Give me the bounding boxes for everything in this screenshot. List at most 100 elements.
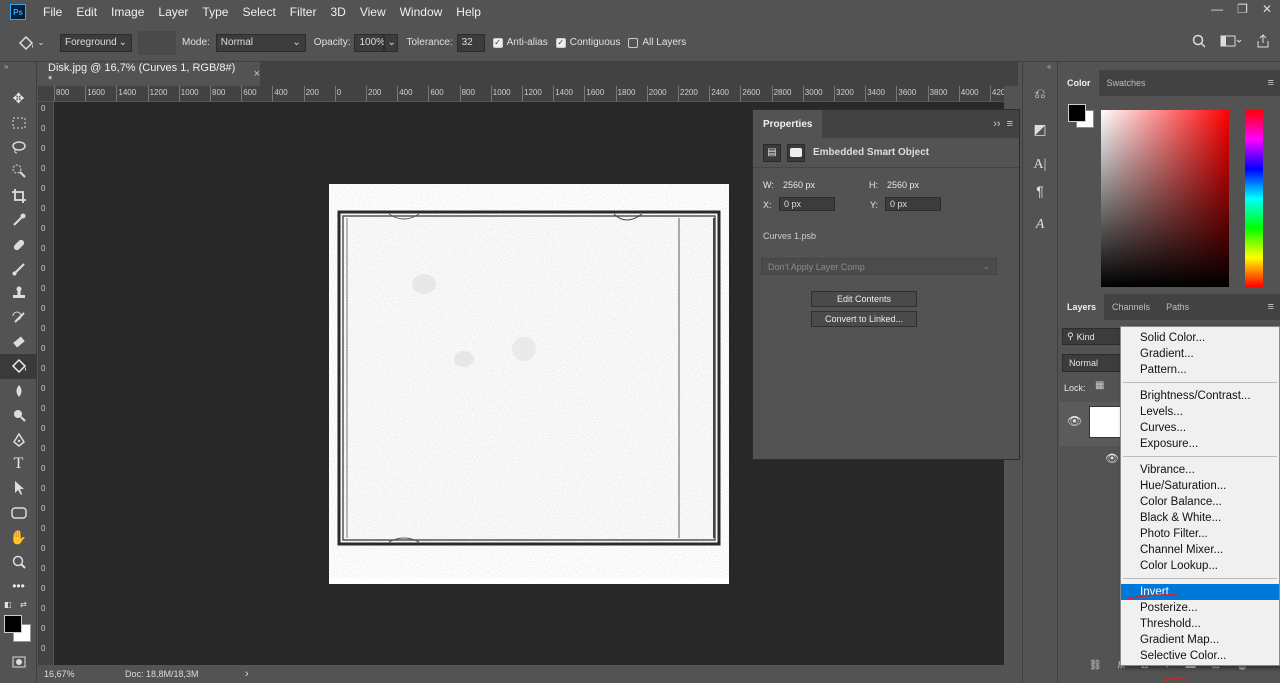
tab-paths[interactable]: Paths bbox=[1158, 294, 1197, 320]
history-panel-icon[interactable]: ⎌ bbox=[1023, 80, 1057, 106]
mode-select[interactable]: Normal ⌄ bbox=[215, 33, 306, 52]
close-window-button[interactable]: ✕ bbox=[1262, 2, 1272, 16]
menu-3d[interactable]: 3D bbox=[323, 0, 352, 24]
move-tool-icon[interactable]: ✥ bbox=[0, 86, 37, 110]
y-input[interactable]: 0 px bbox=[885, 197, 941, 211]
menu-item-pattern[interactable]: Pattern... bbox=[1121, 362, 1279, 378]
contiguous-checkbox[interactable]: ✓ Contiguous bbox=[555, 37, 620, 48]
close-icon[interactable]: × bbox=[254, 68, 260, 80]
menu-item-curves[interactable]: Curves... bbox=[1121, 420, 1279, 436]
path-selection-tool-icon[interactable] bbox=[0, 476, 37, 500]
expand-panels-icon[interactable]: « bbox=[1023, 62, 1057, 80]
history-brush-tool-icon[interactable] bbox=[0, 306, 37, 330]
foreground-color-swatch[interactable] bbox=[4, 615, 22, 634]
default-colors-icon[interactable]: ◧ bbox=[4, 600, 12, 609]
marquee-tool-icon[interactable] bbox=[0, 110, 37, 134]
lasso-tool-icon[interactable] bbox=[0, 135, 37, 159]
adjustments-panel-icon[interactable]: ◩ bbox=[1023, 116, 1057, 142]
menu-item-gradient-map[interactable]: Gradient Map... bbox=[1121, 632, 1279, 648]
menu-select[interactable]: Select bbox=[235, 0, 282, 24]
convert-to-linked-button[interactable]: Convert to Linked... bbox=[811, 311, 917, 327]
menu-item-black-white[interactable]: Black & White... bbox=[1121, 510, 1279, 526]
pattern-picker[interactable] bbox=[138, 30, 176, 55]
tab-color[interactable]: Color bbox=[1059, 70, 1099, 96]
quick-select-tool-icon[interactable] bbox=[0, 159, 37, 183]
color-swatches[interactable]: ◧ ⇄ bbox=[0, 598, 36, 650]
brush-tool-icon[interactable] bbox=[0, 257, 37, 281]
fill-source-select[interactable]: Foreground ⌄ bbox=[60, 33, 132, 52]
glyphs-panel-icon[interactable]: A bbox=[1023, 212, 1057, 238]
menu-item-invert[interactable]: Invert bbox=[1121, 584, 1279, 600]
zoom-tool-icon[interactable] bbox=[0, 549, 37, 573]
paragraph-panel-icon[interactable]: ¶ bbox=[1023, 178, 1057, 204]
menu-item-hue-saturation[interactable]: Hue/Saturation... bbox=[1121, 478, 1279, 494]
workspace-icon[interactable] bbox=[1220, 34, 1242, 48]
tab-layers[interactable]: Layers bbox=[1059, 294, 1105, 320]
more-tools-icon[interactable]: ••• bbox=[0, 574, 37, 598]
layer-comp-select[interactable]: Don't Apply Layer Comp ⌄ bbox=[761, 258, 997, 275]
eraser-tool-icon[interactable] bbox=[0, 330, 37, 354]
document-tab[interactable]: Disk.jpg @ 16,7% (Curves 1, RGB/8#) * × bbox=[38, 62, 260, 86]
eyedropper-tool-icon[interactable] bbox=[0, 208, 37, 232]
tolerance-input[interactable]: 32 bbox=[456, 33, 485, 52]
tool-preset-picker[interactable]: ⌄ bbox=[0, 34, 60, 52]
menu-item-posterize[interactable]: Posterize... bbox=[1121, 600, 1279, 616]
collapse-right-icon[interactable] bbox=[1059, 62, 1280, 68]
swap-colors-icon[interactable]: ⇄ bbox=[20, 600, 27, 609]
menu-layer[interactable]: Layer bbox=[151, 0, 195, 24]
x-input[interactable]: 0 px bbox=[779, 197, 835, 211]
lock-transparency-icon[interactable]: ▦ bbox=[1095, 380, 1104, 391]
collapse-icon[interactable]: ›› bbox=[993, 118, 1000, 130]
menu-item-channel-mixer[interactable]: Channel Mixer... bbox=[1121, 542, 1279, 558]
edit-contents-button[interactable]: Edit Contents bbox=[811, 291, 917, 307]
link-layers-icon[interactable]: ⛓ bbox=[1089, 660, 1102, 671]
pen-tool-icon[interactable] bbox=[0, 427, 37, 451]
all-layers-checkbox[interactable]: All Layers bbox=[628, 37, 686, 48]
quick-mask-icon[interactable] bbox=[0, 650, 37, 674]
dodge-tool-icon[interactable] bbox=[0, 403, 37, 427]
restore-button[interactable]: ❐ bbox=[1237, 2, 1248, 16]
status-arrow-icon[interactable]: › bbox=[245, 668, 249, 680]
crop-tool-icon[interactable] bbox=[0, 184, 37, 208]
menu-item-solid-color[interactable]: Solid Color... bbox=[1121, 330, 1279, 346]
panel-menu-icon[interactable]: ≡ bbox=[1007, 118, 1013, 130]
tab-properties[interactable]: Properties bbox=[753, 110, 823, 138]
opacity-dropdown[interactable]: ⌄ bbox=[384, 33, 399, 52]
menu-edit[interactable]: Edit bbox=[69, 0, 104, 24]
menu-item-color-balance[interactable]: Color Balance... bbox=[1121, 494, 1279, 510]
document-canvas[interactable] bbox=[329, 184, 729, 584]
menu-item-photo-filter[interactable]: Photo Filter... bbox=[1121, 526, 1279, 542]
menu-filter[interactable]: Filter bbox=[283, 0, 324, 24]
share-icon[interactable] bbox=[1256, 34, 1270, 48]
minimize-button[interactable]: — bbox=[1211, 2, 1223, 16]
healing-brush-tool-icon[interactable] bbox=[0, 232, 37, 256]
eye-icon[interactable]: 👁 bbox=[1067, 414, 1082, 428]
menu-window[interactable]: Window bbox=[393, 0, 450, 24]
color-field[interactable] bbox=[1101, 110, 1229, 287]
rectangle-tool-icon[interactable] bbox=[0, 501, 37, 525]
panel-menu-icon[interactable]: ≡ bbox=[1268, 301, 1274, 313]
panel-menu-icon[interactable]: ≡ bbox=[1268, 77, 1274, 89]
type-tool-icon[interactable]: T bbox=[0, 452, 37, 476]
tab-channels[interactable]: Channels bbox=[1104, 294, 1158, 320]
menu-item-color-lookup[interactable]: Color Lookup... bbox=[1121, 558, 1279, 574]
tab-swatches[interactable]: Swatches bbox=[1099, 70, 1154, 96]
menu-item-brightness-contrast[interactable]: Brightness/Contrast... bbox=[1121, 388, 1279, 404]
hue-slider[interactable] bbox=[1245, 110, 1263, 287]
anti-alias-checkbox[interactable]: ✓ Anti-alias bbox=[492, 37, 548, 48]
paint-bucket-tool-icon[interactable] bbox=[0, 354, 37, 379]
character-panel-icon[interactable]: A| bbox=[1023, 152, 1057, 178]
opacity-input[interactable]: 100% bbox=[354, 33, 385, 52]
menu-view[interactable]: View bbox=[353, 0, 393, 24]
eye-icon[interactable]: 👁 bbox=[1105, 452, 1119, 465]
collapse-panel-icon[interactable]: » bbox=[0, 62, 36, 86]
menu-item-exposure[interactable]: Exposure... bbox=[1121, 436, 1279, 452]
foreground-color-chip[interactable] bbox=[1068, 104, 1086, 122]
hand-tool-icon[interactable]: ✋ bbox=[0, 525, 37, 549]
menu-item-selective-color[interactable]: Selective Color... bbox=[1121, 648, 1279, 664]
clone-stamp-tool-icon[interactable] bbox=[0, 281, 37, 305]
menu-item-gradient[interactable]: Gradient... bbox=[1121, 346, 1279, 362]
menu-item-vibrance[interactable]: Vibrance... bbox=[1121, 462, 1279, 478]
blur-tool-icon[interactable] bbox=[0, 379, 37, 403]
menu-type[interactable]: Type bbox=[195, 0, 235, 24]
